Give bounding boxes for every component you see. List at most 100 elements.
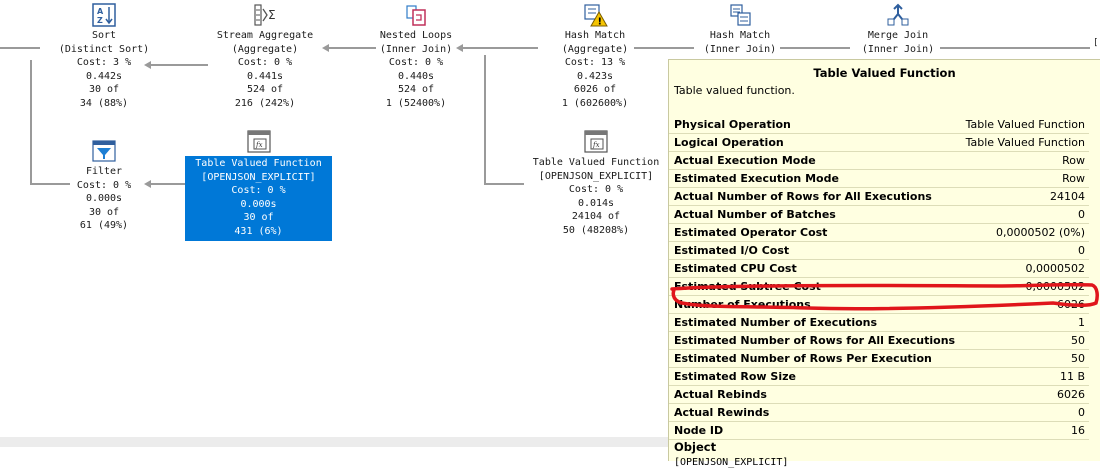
merge-join-icon <box>887 3 909 26</box>
node-line: 34 (88%) <box>79 97 129 109</box>
tooltip-row: Actual Execution Mode Row <box>669 152 1089 170</box>
node-line: 524 of <box>246 84 284 95</box>
tooltip-row: Actual Rewinds 0 <box>669 404 1089 422</box>
node-line: 30 of <box>88 84 120 95</box>
node-line: (Aggregate) <box>231 43 299 55</box>
plan-node-merge-join[interactable]: Merge Join (Inner Join) <box>848 3 948 56</box>
node-line: Nested Loops <box>379 30 453 41</box>
property-value: 0 <box>1078 406 1085 419</box>
property-name: Estimated Execution Mode <box>674 172 839 185</box>
tooltip-row: Estimated Number of Rows for All Executi… <box>669 332 1089 350</box>
svg-text:!: ! <box>598 17 603 28</box>
property-value: 50 <box>1071 352 1085 365</box>
selection-highlight: Table Valued Function [OPENJSON_EXPLICIT… <box>185 156 332 241</box>
node-line: 0.440s <box>397 70 435 82</box>
node-line: 0.000s <box>240 198 277 210</box>
tooltip-description: Table valued function. <box>674 84 795 97</box>
property-value: 0 <box>1078 244 1085 257</box>
stream-aggregate-icon: Σ <box>254 4 276 26</box>
plan-node-hash-match-aggregate[interactable]: ! Hash Match (Aggregate) Cost: 13 % 0.42… <box>540 3 650 110</box>
node-line: Filter <box>85 166 123 177</box>
tooltip-row: Estimated Row Size 11 B <box>669 368 1089 386</box>
tooltip-object-value: [OPENJSON_EXPLICIT] <box>674 457 789 468</box>
svg-text:fx: fx <box>255 141 263 149</box>
property-name: Actual Number of Batches <box>674 208 836 221</box>
node-line: (Inner Join) <box>703 43 777 55</box>
connector <box>146 183 186 185</box>
node-line: (Inner Join) <box>379 43 453 55</box>
tooltip-properties: Physical Operation Table Valued Function L… <box>669 116 1089 440</box>
plan-node-sort[interactable]: A Z Sort (Distinct Sort) Cost: 3 % 0.442… <box>48 3 160 110</box>
node-line: Sort <box>91 30 117 41</box>
property-value: Table Valued Function <box>965 136 1085 149</box>
property-name: Estimated Number of Executions <box>674 316 878 329</box>
node-line: Cost: 0 % <box>237 57 293 68</box>
tooltip-row: Physical Operation Table Valued Function <box>669 116 1089 134</box>
filter-icon <box>92 140 116 162</box>
property-name: Estimated Row Size <box>674 370 796 383</box>
property-value: Row <box>1062 154 1085 167</box>
connector <box>484 183 524 185</box>
plan-node-stream-aggregate[interactable]: Σ Stream Aggregate (Aggregate) Cost: 0 %… <box>204 3 326 110</box>
tooltip-row: Estimated CPU Cost 0,0000502 <box>669 260 1089 278</box>
table-valued-function-icon: fx <box>584 130 608 153</box>
node-line: 0.000s <box>85 193 123 204</box>
plan-node-nested-loops[interactable]: Nested Loops (Inner Join) Cost: 0 % 0.44… <box>362 3 470 110</box>
operator-tooltip: Table Valued Function Table valued funct… <box>668 59 1100 468</box>
connector <box>940 47 1090 49</box>
table-valued-function-icon: fx <box>246 130 271 153</box>
node-line: 524 of <box>397 84 435 95</box>
node-line: Hash Match <box>564 30 626 41</box>
tooltip-row: Estimated Operator Cost 0,0000502 (0%) <box>669 224 1089 242</box>
tooltip-row: Estimated Subtree Cost 0,0000502 <box>669 278 1089 296</box>
node-line: Stream Aggregate <box>216 30 314 41</box>
node-line: 0.442s <box>85 70 123 82</box>
tooltip-row: Actual Number of Rows for All Executions… <box>669 188 1089 206</box>
node-line: 30 of <box>243 212 274 223</box>
node-line: Cost: 0 % <box>76 179 132 191</box>
hash-match-warning-icon: ! <box>584 4 608 28</box>
nested-loops-icon <box>406 5 426 26</box>
horizontal-scrollbar[interactable] <box>0 437 668 447</box>
connector <box>458 47 538 49</box>
svg-text:Z: Z <box>97 16 103 25</box>
node-line: 216 (242%) <box>234 97 296 109</box>
plan-node-tvf-second[interactable]: fx Table Valued Function [OPENJSON_EXPLI… <box>524 130 668 237</box>
plan-node-filter[interactable]: Filter Cost: 0 % 0.000s 30 of 61 (49%) <box>64 139 144 233</box>
tooltip-object-label: Object <box>674 440 717 454</box>
property-value: 6026 <box>1057 298 1085 311</box>
connector <box>780 47 850 49</box>
svg-text:A: A <box>97 7 104 16</box>
node-line: 0.441s <box>246 70 284 82</box>
tooltip-row: Actual Rebinds 6026 <box>669 386 1089 404</box>
tooltip-row: Estimated Number of Rows Per Execution 50 <box>669 350 1089 368</box>
node-line: [OPENJSON_EXPLICIT] <box>538 170 654 182</box>
property-name: Physical Operation <box>674 118 791 131</box>
hash-match-icon <box>730 4 751 26</box>
node-line: Cost: 3 % <box>76 57 132 68</box>
node-line: Cost: 0 % <box>568 184 624 195</box>
tooltip-row: Estimated Execution Mode Row <box>669 170 1089 188</box>
property-value: 50 <box>1071 334 1085 347</box>
property-name: Actual Number of Rows for All Executions <box>674 190 932 203</box>
plan-node-tvf-selected[interactable]: fx Table Valued Function [OPENJSON_EXPLI… <box>185 130 332 241</box>
property-value: 16 <box>1071 424 1085 437</box>
property-value: 11 B <box>1059 370 1085 383</box>
svg-text:Σ: Σ <box>268 8 276 22</box>
node-line: 24104 of <box>571 211 621 222</box>
plan-node-hash-match-join[interactable]: Hash Match (Inner Join) <box>690 3 790 56</box>
property-name: Logical Operation <box>674 136 784 149</box>
property-name: Actual Rebinds <box>674 388 767 401</box>
property-name: Estimated Number of Rows Per Execution <box>674 352 932 365</box>
property-name: Estimated I/O Cost <box>674 244 790 257</box>
node-line: 1 (602600%) <box>561 97 629 109</box>
edge-text: [ <box>1093 38 1099 48</box>
property-name: Actual Execution Mode <box>674 154 816 167</box>
property-name: Estimated Number of Rows for All Executi… <box>674 334 956 347</box>
connector <box>484 55 486 185</box>
node-line: 61 (49%) <box>79 220 129 231</box>
node-line: Merge Join <box>867 30 929 41</box>
node-line: Cost: 13 % <box>564 57 626 68</box>
sort-icon: A Z <box>92 3 116 27</box>
property-value: 0,0000502 (0%) <box>995 226 1085 239</box>
